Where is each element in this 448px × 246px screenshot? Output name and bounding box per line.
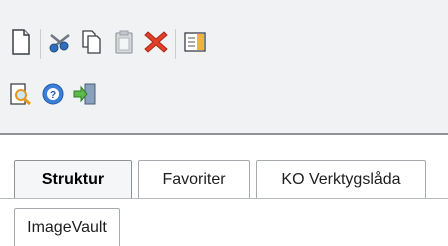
toolbar-separator — [40, 29, 41, 59]
tab-label: Favoriter — [162, 170, 226, 188]
tab-favoriter[interactable]: Favoriter — [138, 160, 250, 198]
cut-button[interactable] — [47, 29, 73, 59]
copy-button[interactable] — [79, 29, 105, 59]
cut-icon — [47, 29, 73, 60]
properties-icon — [183, 30, 207, 59]
tab-struktur[interactable]: Struktur — [14, 160, 132, 198]
help-button[interactable]: ? — [40, 81, 66, 111]
paste-button[interactable] — [111, 29, 137, 59]
tab-strip-line — [0, 198, 448, 199]
help-icon: ? — [41, 82, 65, 111]
exit-icon — [72, 82, 98, 111]
properties-button[interactable] — [182, 29, 208, 59]
toolbar-area: ? — [0, 0, 448, 133]
preview-button[interactable] — [8, 81, 34, 111]
tab-label: Struktur — [41, 170, 105, 188]
new-page-icon — [11, 28, 31, 60]
toolbar-divider — [0, 133, 448, 135]
paste-icon — [113, 29, 135, 60]
delete-icon — [143, 29, 169, 60]
exit-button[interactable] — [72, 81, 98, 111]
copy-icon — [81, 29, 103, 60]
tab-label: ImageVault — [27, 218, 107, 236]
tab-imagevault[interactable]: ImageVault — [14, 208, 120, 246]
tab-label: KO Verktygslåda — [281, 170, 401, 188]
svg-text:?: ? — [50, 90, 56, 101]
delete-button[interactable] — [143, 29, 169, 59]
preview-icon — [9, 82, 33, 111]
new-page-button[interactable] — [8, 28, 34, 60]
tab-ko-verktygslada[interactable]: KO Verktygslåda — [256, 160, 426, 198]
toolbar-separator — [175, 29, 176, 59]
toolbar-row-view: ? — [8, 76, 104, 116]
toolbar-row-edit — [8, 24, 214, 64]
